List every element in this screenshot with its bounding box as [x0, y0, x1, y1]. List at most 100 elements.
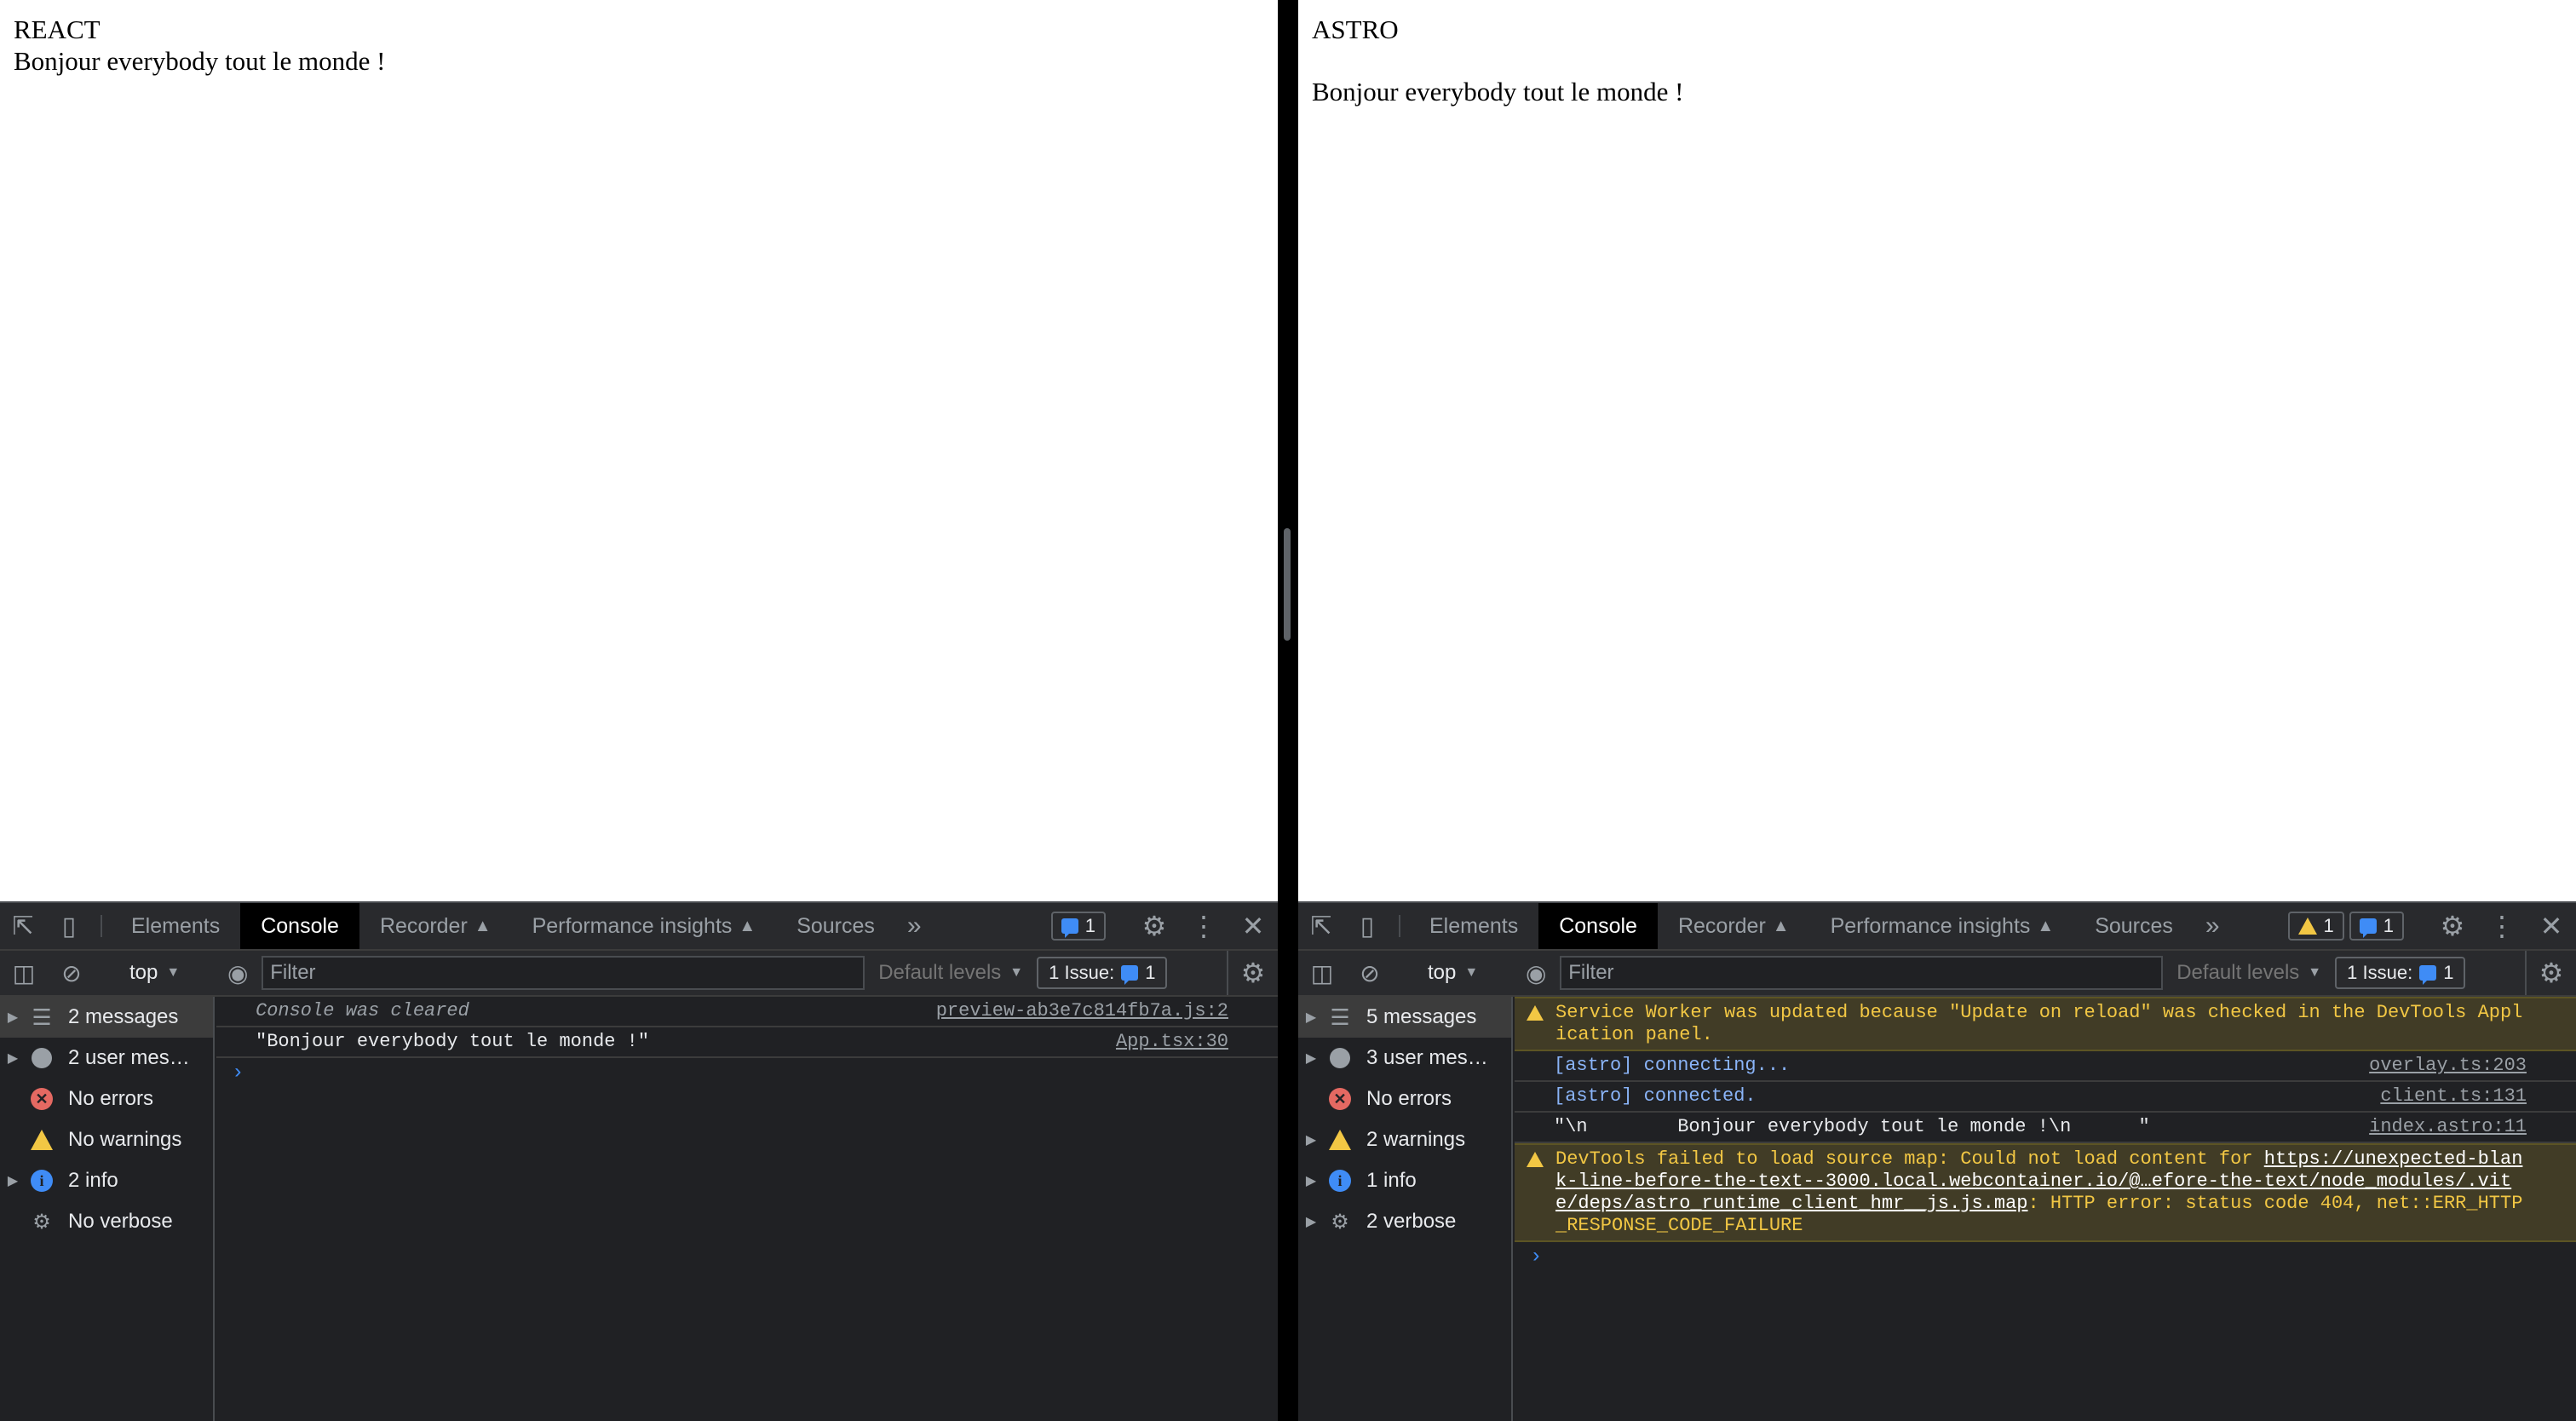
sidebar-item-user-messages[interactable]: ▶ 3 user mes… — [1298, 1038, 1511, 1079]
tab-recorder[interactable]: Recorder ▲ — [359, 903, 512, 949]
device-toolbar-icon[interactable]: ▯ — [46, 903, 92, 949]
experiment-icon: ▲ — [2037, 916, 2055, 935]
settings-gear-icon[interactable]: ⚙ — [2428, 903, 2477, 949]
console-settings-gear-icon[interactable]: ⚙ — [1227, 951, 1278, 995]
device-toolbar-icon[interactable]: ▯ — [1344, 903, 1390, 949]
verbose-bug-icon: ⚙ — [1331, 1210, 1349, 1234]
source-link[interactable]: client.ts:131 — [2363, 1085, 2527, 1107]
source-link[interactable]: App.tsx:30 — [1099, 1031, 1228, 1053]
clear-console-icon[interactable]: ⊘ — [1346, 959, 1394, 987]
dropdown-caret-icon: ▼ — [1464, 965, 1479, 980]
message-prefix: DevTools failed to load source map: Coul… — [1555, 1148, 2264, 1170]
context-selector[interactable]: top ▼ — [114, 961, 195, 985]
expand-arrow-icon[interactable]: ▶ — [1298, 1009, 1324, 1026]
settings-gear-icon[interactable]: ⚙ — [1130, 903, 1179, 949]
more-tabs-icon[interactable]: » — [2194, 903, 2232, 949]
sidebar-toggle-icon[interactable]: ◫ — [1298, 959, 1346, 987]
tab-label: Recorder — [379, 913, 468, 938]
sidebar-item-errors[interactable]: ✕ No errors — [0, 1079, 213, 1119]
console-toolbar: ◫ ⊘ top ▼ ◉ Filter Default levels ▼ 1 Issu… — [0, 951, 1278, 997]
sidebar-item-user-messages[interactable]: ▶ 2 user mes… — [0, 1038, 213, 1079]
source-link[interactable]: preview-ab3e7c814fb7a.js:2 — [919, 1000, 1228, 1022]
expand-arrow-icon[interactable]: ▶ — [0, 1050, 26, 1067]
sidebar-label: No errors — [1366, 1087, 1452, 1110]
sidebar-item-warnings[interactable]: No warnings — [0, 1119, 213, 1160]
console-row: "\n Bonjour everybody tout le monde !\n … — [1515, 1113, 2576, 1143]
live-expression-eye-icon[interactable]: ◉ — [214, 959, 262, 987]
devtools-tabbar: ⇱ ▯ Elements Console Recorder ▲ Performan… — [1298, 901, 2576, 951]
context-label: top — [1428, 961, 1457, 984]
inspect-element-icon[interactable]: ⇱ — [0, 903, 46, 949]
tab-console[interactable]: Console — [1538, 903, 1658, 949]
more-tabs-icon[interactable]: » — [895, 903, 934, 949]
console-message: DevTools failed to load source map: Coul… — [1555, 1148, 2525, 1237]
messages-badge[interactable]: 1 — [1050, 912, 1106, 941]
warnings-count: 1 — [2323, 915, 2334, 936]
warning-icon — [31, 1130, 53, 1150]
console-prompt-icon[interactable]: › — [216, 1058, 1278, 1084]
more-options-icon[interactable]: ⋮ — [2477, 903, 2527, 949]
console-settings-gear-icon[interactable]: ⚙ — [2525, 951, 2576, 995]
tab-elements[interactable]: Elements — [111, 903, 240, 949]
error-icon-wrap: ✕ — [1324, 1088, 1356, 1110]
warning-icon-wrap — [1324, 1130, 1356, 1150]
expand-arrow-icon[interactable]: ▶ — [0, 1009, 26, 1026]
info-icon: i — [31, 1170, 53, 1192]
info-icon: i — [1329, 1170, 1351, 1192]
experiment-icon: ▲ — [739, 916, 756, 935]
levels-label: Default levels — [2176, 961, 2300, 984]
source-link[interactable]: overlay.ts:203 — [2352, 1055, 2527, 1077]
warning-icon — [1527, 1152, 1544, 1167]
clear-console-icon[interactable]: ⊘ — [48, 959, 95, 987]
filter-input[interactable]: Filter — [262, 956, 865, 990]
log-levels-dropdown[interactable]: Default levels ▼ — [2163, 961, 2335, 985]
more-options-icon[interactable]: ⋮ — [1179, 903, 1228, 949]
sidebar-toggle-icon[interactable]: ◫ — [0, 959, 48, 987]
log-levels-dropdown[interactable]: Default levels ▼ — [865, 961, 1037, 985]
messages-badge[interactable]: 1 — [2349, 912, 2404, 941]
sidebar-item-verbose[interactable]: ▶ ⚙ 2 verbose — [1298, 1201, 1511, 1242]
expand-arrow-icon[interactable]: ▶ — [1298, 1050, 1324, 1067]
react-page: REACT Bonjour everybody tout le monde ! — [0, 0, 1278, 901]
filter-input[interactable]: Filter — [1560, 956, 2164, 990]
sidebar-item-info[interactable]: ▶ i 1 info — [1298, 1160, 1511, 1201]
sidebar-item-warnings[interactable]: ▶ 2 warnings — [1298, 1119, 1511, 1160]
expand-arrow-icon[interactable]: ▶ — [1298, 1213, 1324, 1230]
context-selector[interactable]: top ▼ — [1412, 961, 1493, 985]
page-heading: REACT — [14, 14, 101, 44]
issues-button[interactable]: 1 Issue: 1 — [1037, 957, 1168, 989]
sidebar-item-messages[interactable]: ▶ ☰ 5 messages — [1298, 997, 1511, 1038]
issues-button[interactable]: 1 Issue: 1 — [2335, 957, 2466, 989]
tabbar-actions: 1 ⚙ ⋮ ✕ — [1050, 903, 1278, 949]
user-icon — [32, 1048, 52, 1068]
warning-icon-wrap — [26, 1130, 58, 1150]
sidebar-label: 2 info — [68, 1169, 118, 1192]
expand-arrow-icon[interactable]: ▶ — [1298, 1172, 1324, 1189]
tab-console[interactable]: Console — [240, 903, 359, 949]
error-icon: ✕ — [1329, 1088, 1351, 1110]
warnings-badge[interactable]: 1 — [2287, 912, 2344, 941]
messages-count: 1 — [2383, 915, 2394, 936]
resize-handle[interactable] — [1284, 528, 1291, 641]
expand-arrow-icon[interactable]: ▶ — [0, 1172, 26, 1189]
tab-elements[interactable]: Elements — [1409, 903, 1538, 949]
react-pane: REACT Bonjour everybody tout le monde ! … — [0, 0, 1278, 1421]
sidebar-item-messages[interactable]: ▶ ☰ 2 messages — [0, 997, 213, 1038]
console-prompt-icon[interactable]: › — [1515, 1242, 2576, 1269]
source-link[interactable]: index.astro:11 — [2352, 1116, 2527, 1138]
live-expression-eye-icon[interactable]: ◉ — [1512, 959, 1560, 987]
tab-sources[interactable]: Sources — [2074, 903, 2194, 949]
sidebar-item-verbose[interactable]: ⚙ No verbose — [0, 1201, 213, 1242]
inspect-element-icon[interactable]: ⇱ — [1298, 903, 1344, 949]
console-output: Console was cleared preview-ab3e7c814fb7… — [216, 997, 1278, 1421]
close-icon[interactable]: ✕ — [2527, 903, 2576, 949]
dropdown-caret-icon: ▼ — [166, 965, 181, 980]
sidebar-item-errors[interactable]: ✕ No errors — [1298, 1079, 1511, 1119]
tab-performance-insights[interactable]: Performance insights ▲ — [512, 903, 777, 949]
expand-arrow-icon[interactable]: ▶ — [1298, 1131, 1324, 1148]
sidebar-item-info[interactable]: ▶ i 2 info — [0, 1160, 213, 1201]
tab-sources[interactable]: Sources — [776, 903, 895, 949]
tab-recorder[interactable]: Recorder ▲ — [1658, 903, 1810, 949]
tab-performance-insights[interactable]: Performance insights ▲ — [1810, 903, 2075, 949]
close-icon[interactable]: ✕ — [1228, 903, 1278, 949]
